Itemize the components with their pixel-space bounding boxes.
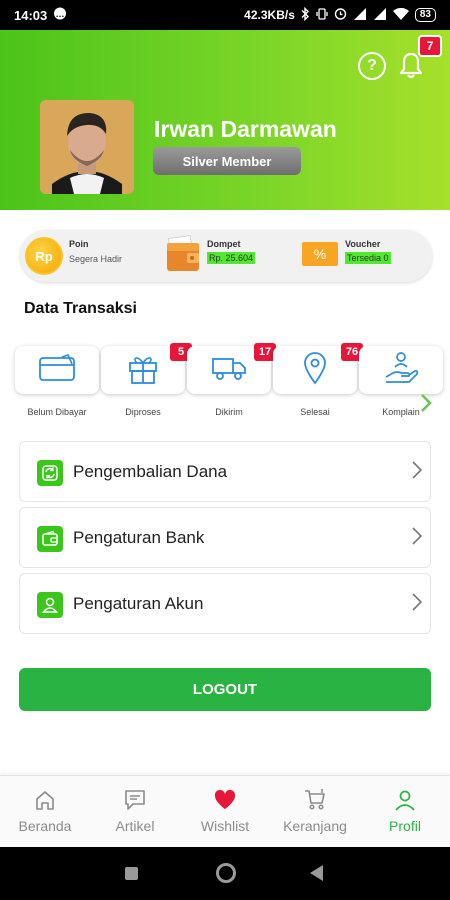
nav-label-wishlist: Wishlist bbox=[200, 818, 250, 834]
menu-pengaturan-akun[interactable]: Pengaturan Akun bbox=[19, 573, 431, 634]
nav-label-beranda: Beranda bbox=[18, 818, 72, 834]
chat-notification-icon: … bbox=[53, 7, 67, 24]
home-icon bbox=[33, 788, 57, 812]
nav-beranda[interactable]: Beranda bbox=[0, 776, 90, 848]
tx-label-diproses: Diproses bbox=[125, 407, 161, 417]
bluetooth-icon bbox=[301, 6, 310, 24]
chevron-right-icon bbox=[412, 593, 423, 611]
home-circle-icon[interactable] bbox=[216, 863, 236, 883]
notification-count-badge: 7 bbox=[418, 35, 442, 57]
tx-label-dikirim: Dikirim bbox=[215, 407, 243, 417]
menu-label-pengembalian-dana: Pengembalian Dana bbox=[73, 462, 228, 481]
card-icon bbox=[38, 353, 76, 387]
signal-icon-2 bbox=[373, 7, 387, 23]
location-pin-icon bbox=[302, 351, 328, 390]
help-icon[interactable]: ? bbox=[358, 52, 386, 80]
avatar[interactable] bbox=[40, 100, 134, 194]
net-speed: 42.3KB/s bbox=[244, 8, 295, 22]
battery-indicator: 83 bbox=[414, 8, 436, 22]
tx-label-selesai: Selesai bbox=[300, 407, 330, 417]
profile-icon bbox=[393, 788, 417, 812]
section-title-transactions: Data Transaksi bbox=[24, 300, 137, 317]
poin-value: Segera Hadir bbox=[69, 254, 123, 264]
nav-label-profil: Profil bbox=[389, 818, 421, 834]
gift-icon bbox=[126, 351, 160, 390]
wifi-icon bbox=[392, 7, 409, 23]
cart-icon bbox=[303, 788, 327, 812]
svg-text:…: … bbox=[56, 9, 65, 19]
coin-icon: Rp bbox=[25, 237, 63, 275]
tx-komplain-button[interactable] bbox=[359, 346, 443, 394]
wallet-icon bbox=[165, 235, 201, 275]
logout-button[interactable]: LOGOUT bbox=[19, 668, 431, 711]
back-icon[interactable] bbox=[310, 865, 324, 886]
chevron-right-icon bbox=[412, 527, 423, 545]
menu-label-pengaturan-bank: Pengaturan Bank bbox=[73, 528, 205, 547]
tx-belum-dibayar-button[interactable] bbox=[15, 346, 99, 394]
poin-label: Poin bbox=[69, 239, 89, 249]
nav-profil[interactable]: Profil bbox=[360, 776, 450, 848]
heart-icon bbox=[213, 788, 237, 812]
dompet-value: Rp. 25.604 bbox=[207, 252, 256, 264]
menu-label-pengaturan-akun: Pengaturan Akun bbox=[73, 594, 204, 613]
nav-label-artikel: Artikel bbox=[115, 818, 155, 834]
dompet-label: Dompet bbox=[207, 239, 241, 249]
recents-icon[interactable] bbox=[125, 867, 138, 880]
nav-keranjang[interactable]: Keranjang bbox=[270, 776, 360, 848]
menu-pengembalian-dana[interactable]: Pengembalian Dana bbox=[19, 441, 431, 502]
article-icon bbox=[123, 788, 147, 812]
scroll-right-chevron-icon[interactable] bbox=[420, 393, 432, 419]
signal-icon bbox=[353, 7, 367, 23]
member-level-badge: Silver Member bbox=[153, 147, 301, 175]
nav-wishlist[interactable]: Wishlist bbox=[180, 776, 270, 848]
refund-icon bbox=[37, 460, 63, 486]
nav-label-keranjang: Keranjang bbox=[283, 818, 347, 834]
user-name: Irwan Darmawan bbox=[154, 116, 337, 142]
voucher-value: Tersedia 0 bbox=[345, 252, 391, 264]
tx-label-komplain: Komplain bbox=[382, 407, 420, 417]
wallet-icon bbox=[37, 526, 63, 552]
voucher-label: Voucher bbox=[345, 239, 381, 249]
vibrate-icon bbox=[316, 7, 328, 23]
user-icon bbox=[37, 592, 63, 618]
status-bar: 14:03 … 42.3KB/s 83 bbox=[0, 0, 450, 30]
tx-label-belum-dibayar: Belum Dibayar bbox=[27, 407, 87, 417]
chevron-right-icon bbox=[412, 461, 423, 479]
nav-artikel[interactable]: Artikel bbox=[90, 776, 180, 848]
support-icon bbox=[383, 351, 419, 390]
truck-icon bbox=[211, 355, 247, 386]
menu-pengaturan-bank[interactable]: Pengaturan Bank bbox=[19, 507, 431, 568]
system-navigation-bar bbox=[0, 847, 450, 900]
alarm-icon bbox=[334, 7, 347, 23]
voucher-icon: % bbox=[302, 242, 338, 266]
bottom-navigation: Beranda Artikel Wishlist Keranjang Profi… bbox=[0, 775, 450, 847]
wallet-summary-card: Rp Poin Segera Hadir Dompet Rp. 25.604 %… bbox=[20, 230, 432, 282]
status-time: 14:03 bbox=[14, 7, 48, 23]
